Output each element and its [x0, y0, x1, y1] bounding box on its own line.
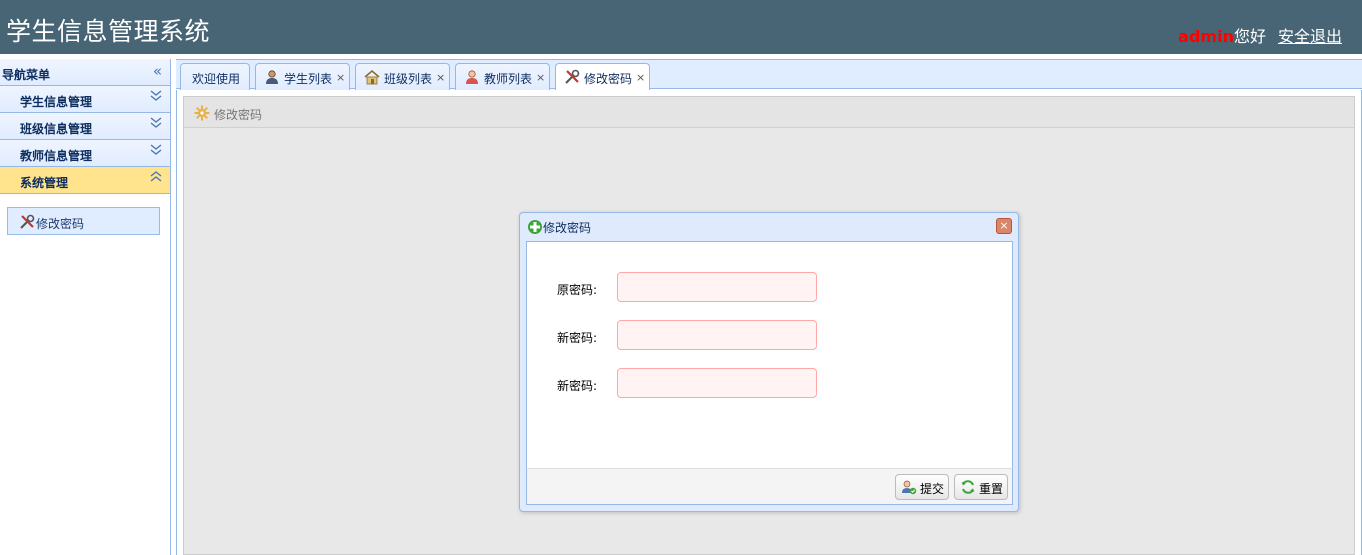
tab-label: 班级列表 — [384, 72, 433, 86]
confirm-password-field[interactable] — [617, 368, 817, 398]
new-password-field[interactable] — [617, 320, 817, 350]
menu-link-label: 修改密码 — [36, 217, 85, 231]
tab-close-icon[interactable]: × — [636, 71, 645, 84]
tab-close-icon[interactable]: × — [336, 71, 345, 84]
tab-label: 修改密码 — [584, 72, 633, 86]
new-password-label: 新密码: — [557, 331, 598, 345]
tab-close-icon[interactable]: × — [436, 71, 445, 84]
panel-header: 修改密码 — [184, 97, 1354, 128]
tab-student-list[interactable]: 学生列表 × — [255, 63, 350, 90]
tab-change-password[interactable]: 修改密码 × — [555, 63, 650, 91]
sidebar-item-class-info[interactable]: 班级信息管理 — [0, 113, 170, 140]
sidebar-header: 导航菜单 « — [0, 59, 170, 86]
refresh-icon — [960, 479, 976, 495]
panel-title: 修改密码 — [214, 108, 263, 122]
tab-label: 学生列表 — [284, 72, 333, 86]
sidebar-title: 导航菜单 — [2, 68, 51, 82]
sidebar-item-label: 系统管理 — [20, 176, 69, 190]
sidebar-item-label: 班级信息管理 — [20, 122, 93, 136]
tabs-bar: 欢迎使用 学生列表 × 班级列表 × 教师列表 × 修改密码 × — [176, 59, 1362, 91]
tab-teacher-list[interactable]: 教师列表 × — [455, 63, 550, 90]
user-submit-icon — [901, 479, 917, 495]
submit-button-label: 提交 — [920, 482, 945, 496]
tools-icon — [564, 69, 580, 85]
tab-label: 欢迎使用 — [192, 72, 241, 86]
dialog-body: 原密码: 新密码: 新密码: — [526, 241, 1013, 468]
tab-class-list[interactable]: 班级列表 × — [355, 63, 450, 90]
greeting-text: 您好 — [1233, 27, 1266, 46]
submit-button[interactable]: 提交 — [895, 474, 949, 500]
tab-close-icon[interactable]: × — [536, 71, 545, 84]
old-password-field[interactable] — [617, 272, 817, 302]
change-password-dialog: 修改密码 × 原密码: 新密码: 新密码: 提交 重置 — [519, 212, 1019, 512]
old-password-label: 原密码: — [557, 283, 598, 297]
user-area: admin您好 安全退出 — [1178, 23, 1342, 47]
gear-icon — [194, 105, 210, 121]
top-header: 学生信息管理系统 admin您好 安全退出 — [0, 0, 1362, 54]
dialog-footer: 提交 重置 — [526, 468, 1013, 505]
sidebar-item-system-management[interactable]: 系统管理 — [0, 167, 170, 194]
reset-button[interactable]: 重置 — [954, 474, 1008, 500]
tools-icon — [19, 214, 35, 230]
confirm-password-label: 新密码: — [557, 379, 598, 393]
form-row-new-password: 新密码: — [527, 320, 1014, 350]
expand-icon — [150, 143, 162, 161]
menu-link-change-password[interactable]: 修改密码 — [7, 207, 160, 235]
teacher-icon — [464, 69, 480, 85]
tab-label: 教师列表 — [484, 72, 533, 86]
sidebar: 导航菜单 « 学生信息管理 班级信息管理 教师信息管理 系统管理 修改密码 — [0, 59, 171, 555]
username: admin — [1178, 27, 1234, 46]
logout-link[interactable]: 安全退出 — [1278, 27, 1342, 46]
close-icon[interactable]: × — [996, 218, 1012, 234]
sidebar-item-label: 学生信息管理 — [20, 95, 93, 109]
add-icon — [527, 219, 543, 235]
expand-icon — [150, 89, 162, 107]
app-title: 学生信息管理系统 — [6, 17, 211, 46]
collapse-sidebar-icon[interactable]: « — [153, 62, 162, 80]
collapse-icon — [150, 170, 162, 188]
sidebar-item-student-info[interactable]: 学生信息管理 — [0, 86, 170, 113]
house-icon — [364, 69, 380, 85]
dialog-title: 修改密码 — [543, 221, 592, 235]
tab-welcome[interactable]: 欢迎使用 — [180, 63, 250, 90]
reset-button-label: 重置 — [979, 482, 1004, 496]
sidebar-item-teacher-info[interactable]: 教师信息管理 — [0, 140, 170, 167]
form-row-confirm-password: 新密码: — [527, 368, 1014, 398]
form-row-old-password: 原密码: — [527, 272, 1014, 302]
sidebar-item-label: 教师信息管理 — [20, 149, 93, 163]
student-icon — [264, 69, 280, 85]
dialog-header: 修改密码 × — [520, 213, 1018, 240]
expand-icon — [150, 116, 162, 134]
